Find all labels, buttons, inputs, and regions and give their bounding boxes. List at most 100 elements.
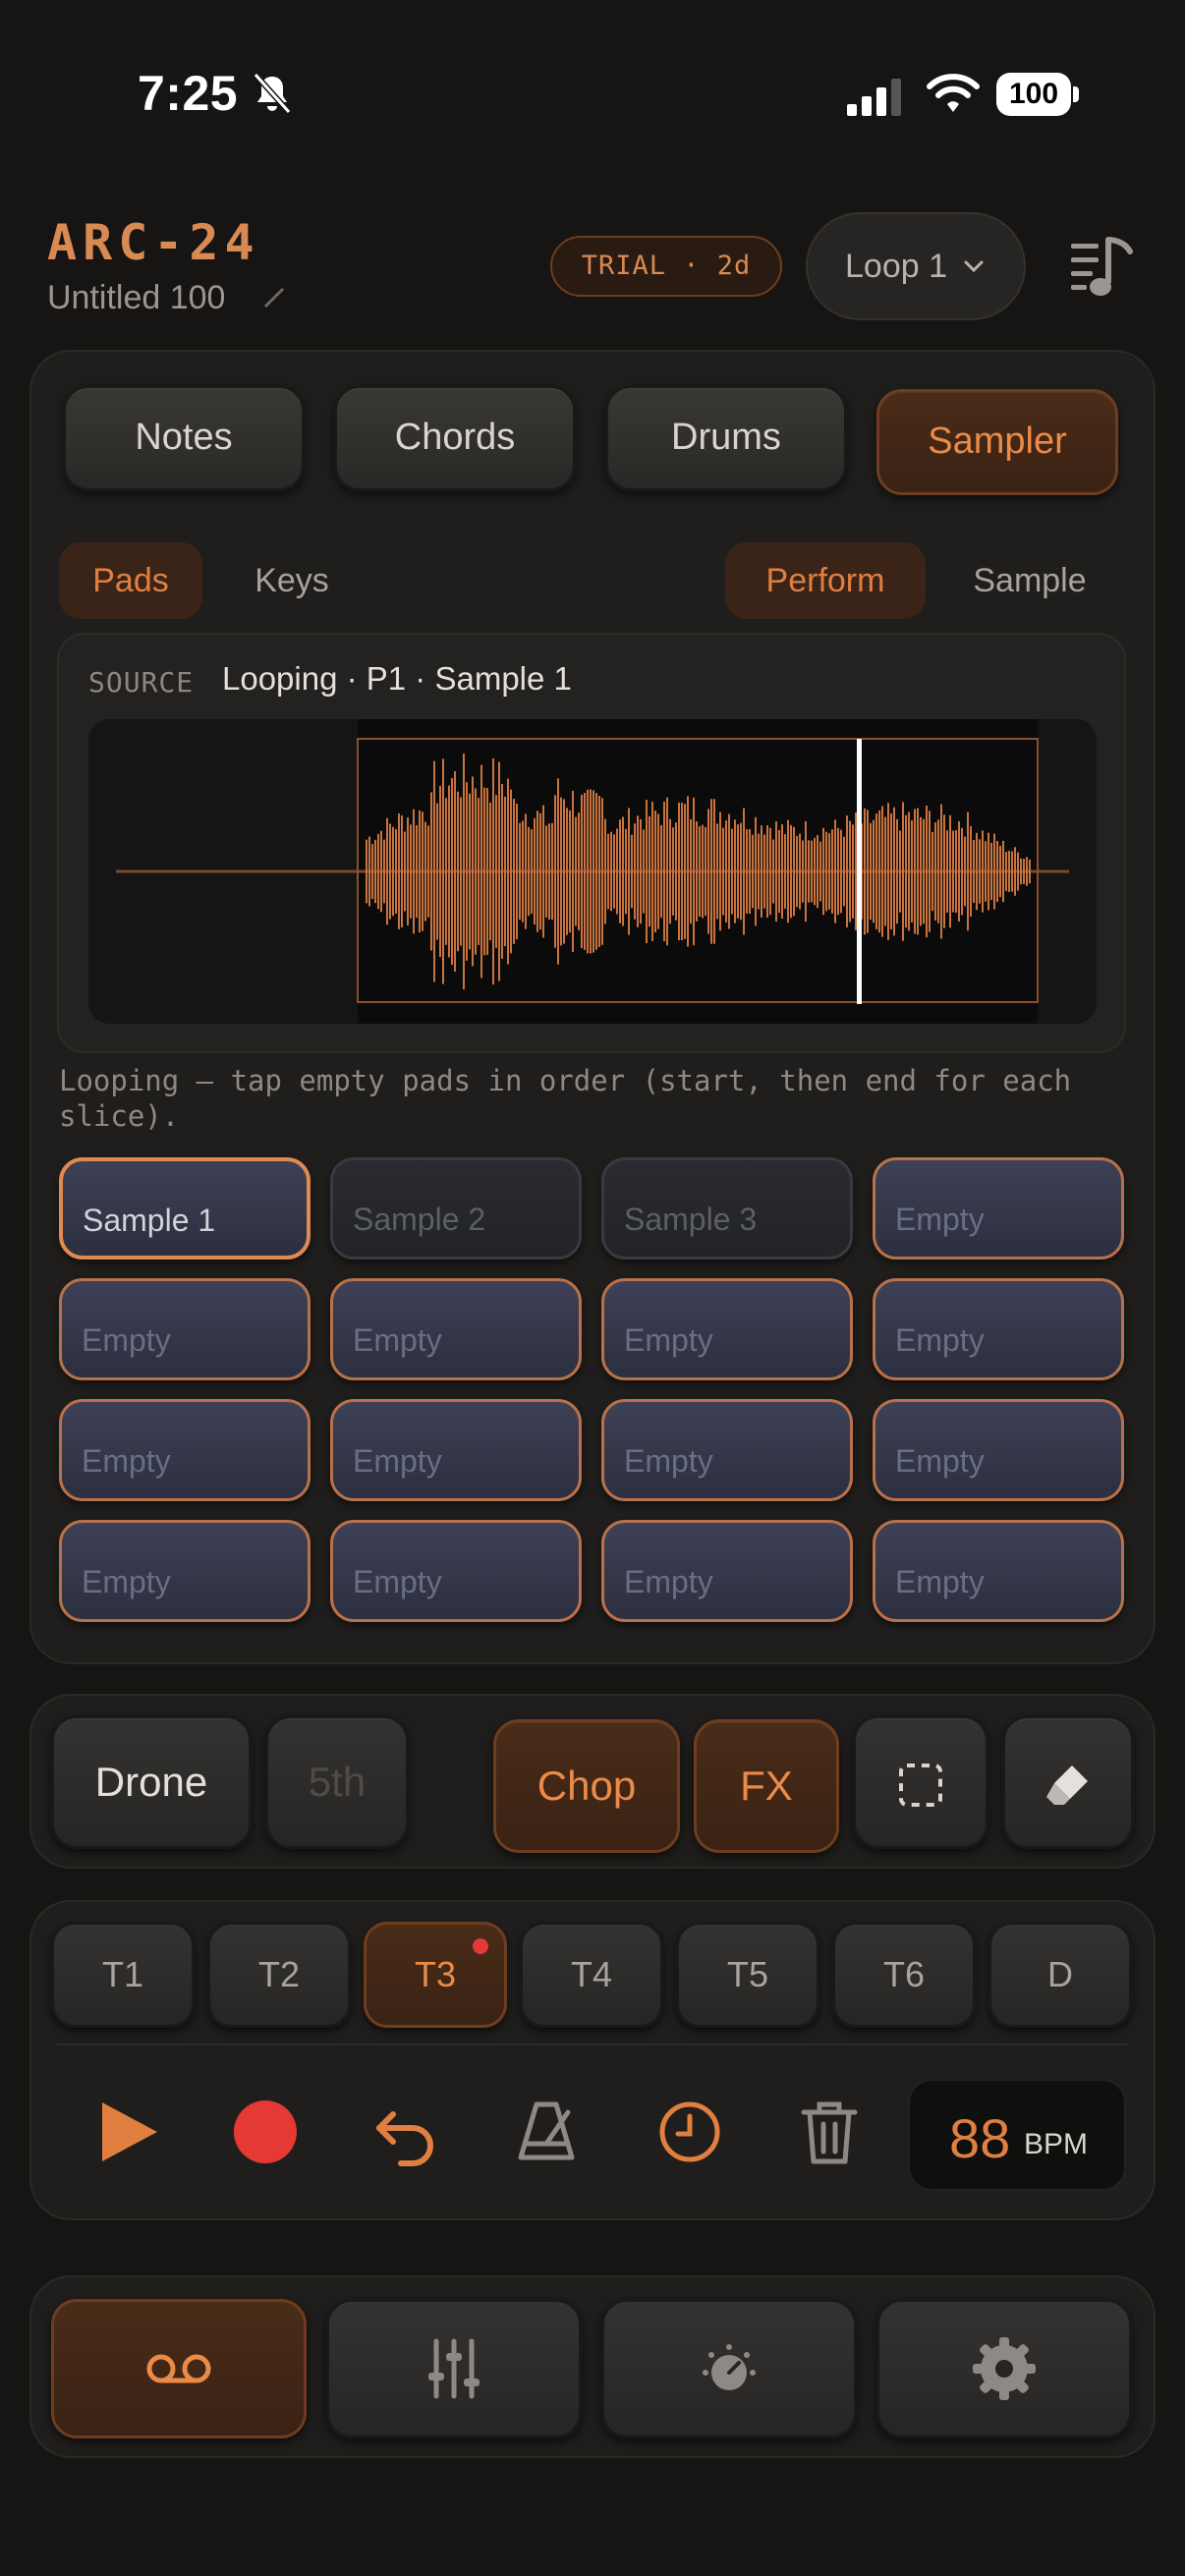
tab-notes[interactable]: Notes (63, 385, 305, 491)
waveform-bar (852, 824, 854, 919)
tab-drums[interactable]: Drums (605, 385, 847, 491)
waveform-bar (433, 760, 435, 982)
pad-2[interactable]: Sample 2 (330, 1157, 582, 1260)
pad-4[interactable]: Empty (873, 1157, 1124, 1260)
waveform-bar (911, 820, 913, 923)
fx-button[interactable]: FX (694, 1719, 839, 1853)
waveform-bar (469, 793, 471, 950)
gear-icon (973, 2337, 1036, 2400)
subtab-keys[interactable]: Keys (222, 542, 362, 619)
waveform-bar (716, 823, 718, 920)
trash-icon[interactable] (794, 2097, 865, 2167)
waveform-bar (952, 830, 954, 913)
pencil-icon[interactable] (261, 285, 287, 310)
undo-icon[interactable] (371, 2097, 442, 2167)
pad-15[interactable]: Empty (601, 1520, 853, 1622)
waveform-bar (445, 798, 447, 945)
waveform-bar (407, 817, 409, 925)
waveform-bar (926, 805, 928, 938)
drone-button[interactable]: Drone (51, 1715, 252, 1849)
waveform-bar (993, 833, 995, 910)
select-button[interactable] (853, 1715, 988, 1849)
nav-mixer[interactable] (326, 2299, 582, 2438)
track-d[interactable]: D (988, 1922, 1132, 2028)
record-icon[interactable] (230, 2097, 301, 2167)
pad-3[interactable]: Sample 3 (601, 1157, 853, 1260)
waveform-bar (934, 822, 936, 921)
pad-1[interactable]: Sample 1 (59, 1157, 310, 1260)
bpm-display[interactable]: 88 BPM (908, 2079, 1126, 2191)
playlist-icon[interactable] (1069, 232, 1134, 301)
pad-10[interactable]: Empty (330, 1399, 582, 1501)
clock-icon[interactable] (654, 2097, 725, 2167)
waveform-bar (746, 829, 748, 914)
waveform-view[interactable] (88, 719, 1097, 1024)
waveform-bar (427, 825, 429, 918)
fifth-button[interactable]: 5th (265, 1715, 409, 1849)
waveform-bar (690, 818, 692, 924)
pad-11[interactable]: Empty (601, 1399, 853, 1501)
trial-badge[interactable]: TRIAL · 2d (550, 236, 782, 297)
tab-sampler[interactable]: Sampler (876, 389, 1118, 495)
pad-12[interactable]: Empty (873, 1399, 1124, 1501)
waveform-bar (846, 815, 848, 927)
waveform-bar (604, 818, 606, 924)
nav-recorder[interactable] (51, 2299, 307, 2438)
subtab-sample[interactable]: Sample (945, 542, 1114, 619)
waveform-bar (628, 808, 630, 935)
transport-divider (57, 2044, 1128, 2045)
nav-settings[interactable] (876, 2299, 1132, 2438)
track-t6[interactable]: T6 (832, 1922, 976, 2028)
waveform-bar (548, 823, 550, 920)
waveform-bar (457, 791, 459, 952)
chop-button[interactable]: Chop (493, 1719, 680, 1853)
loop-select[interactable]: Loop 1 (806, 212, 1026, 320)
waveform-bar (967, 812, 969, 931)
play-icon[interactable] (92, 2097, 163, 2167)
waveform-bar (796, 835, 798, 908)
playhead (857, 739, 862, 1004)
track-t4[interactable]: T4 (520, 1922, 663, 2028)
eraser-button[interactable] (1002, 1715, 1134, 1849)
track-t1[interactable]: T1 (51, 1922, 195, 2028)
waveform-bar (581, 794, 583, 949)
bell-muted-icon (253, 72, 292, 115)
pad-8[interactable]: Empty (873, 1278, 1124, 1380)
waveform-bar (657, 813, 659, 929)
track-t3[interactable]: T3 (364, 1922, 507, 2028)
waveform-bar (651, 802, 653, 941)
mixer-icon (428, 2338, 480, 2399)
nav-effects[interactable] (601, 2299, 857, 2438)
track-t3-label: T3 (414, 1954, 456, 1994)
pad-14[interactable]: Empty (330, 1520, 582, 1622)
track-t2[interactable]: T2 (207, 1922, 351, 2028)
track-t5[interactable]: T5 (676, 1922, 819, 2028)
waveform-bar (831, 829, 833, 914)
waveform-bar (943, 814, 945, 928)
pad-5[interactable]: Empty (59, 1278, 310, 1380)
pad-9[interactable]: Empty (59, 1399, 310, 1501)
subtab-pads[interactable]: Pads (59, 542, 202, 619)
knob-icon (703, 2344, 756, 2390)
pad-7[interactable]: Empty (601, 1278, 853, 1380)
waveform-bar (422, 812, 423, 931)
bpm-unit: BPM (1024, 2128, 1089, 2160)
pad-6[interactable]: Empty (330, 1278, 582, 1380)
project-name[interactable]: Untitled 100 (47, 279, 225, 317)
pad-13[interactable]: Empty (59, 1520, 310, 1622)
waveform-bar (946, 830, 948, 913)
waveform-bar (828, 833, 830, 910)
metronome-icon[interactable] (511, 2097, 582, 2167)
waveform-bar (725, 820, 727, 923)
waveform-bar (920, 816, 922, 926)
tab-chords[interactable]: Chords (334, 385, 576, 491)
subtab-perform[interactable]: Perform (725, 542, 926, 619)
waveform-bar (763, 834, 765, 909)
waveform-bar (672, 827, 674, 916)
waveform-bar (958, 820, 960, 923)
waveform-bar (970, 825, 972, 918)
waveform-bar (542, 805, 544, 938)
waveform-bar (740, 822, 742, 921)
pad-16[interactable]: Empty (873, 1520, 1124, 1622)
waveform-bar (478, 798, 480, 945)
